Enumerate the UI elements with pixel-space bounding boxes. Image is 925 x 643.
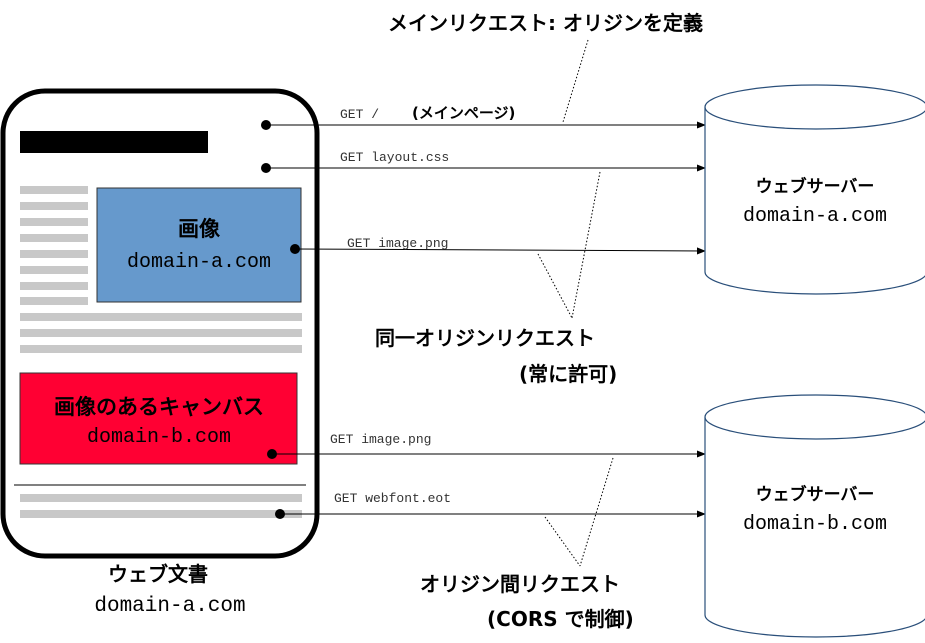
server-a-top [704,84,925,130]
request-label-main-note: (メインページ) [412,104,515,122]
canvas-box-label: 画像のあるキャンバス [54,395,264,419]
document-title-bar [20,131,208,153]
same-origin-subcaption: (常に許可) [519,362,617,386]
server-b-top [704,394,925,440]
server-b-domain: domain-b.com [743,513,887,536]
request-label-image-b: GET image.png [330,432,431,447]
web-document: 画像 domain-a.com 画像のあるキャンバス domain-b.com [0,88,320,559]
server-a: ウェブサーバー domain-a.com [704,84,925,295]
request-label-main: GET / [340,107,379,122]
cross-origin-caption: オリジン間リクエスト [420,572,620,596]
server-a-body [704,107,925,295]
image-box [96,187,302,303]
server-b: ウェブサーバー domain-b.com [704,394,925,638]
same-origin-caption: 同一オリジンリクエスト [375,326,595,350]
server-a-domain: domain-a.com [743,205,887,228]
document-frame [0,88,320,559]
cross-origin-subcaption: (CORS で制御) [487,607,634,631]
server-b-label: ウェブサーバー [756,484,875,505]
cors-diagram: メインリクエスト: オリジンを定義 画像 domain-a.com 画像のあるキ… [0,11,925,638]
image-box-label: 画像 [178,217,221,241]
main-request-leader [562,39,589,123]
server-a-label: ウェブサーバー [756,176,875,197]
canvas-box-domain: domain-b.com [87,426,231,449]
text-lines-full [20,313,302,353]
request-label-image-a: GET image.png [347,236,448,251]
request-arrows [261,120,706,519]
document-label: ウェブ文書 [108,562,208,586]
request-label-css: GET layout.css [340,150,449,165]
image-box-domain: domain-a.com [127,251,271,274]
document-domain: domain-a.com [94,595,245,618]
main-request-title: メインリクエスト: オリジンを定義 [388,11,703,35]
same-origin-leaders [537,171,601,319]
cross-origin-leaders [544,457,614,567]
request-label-font: GET webfont.eot [334,491,451,506]
